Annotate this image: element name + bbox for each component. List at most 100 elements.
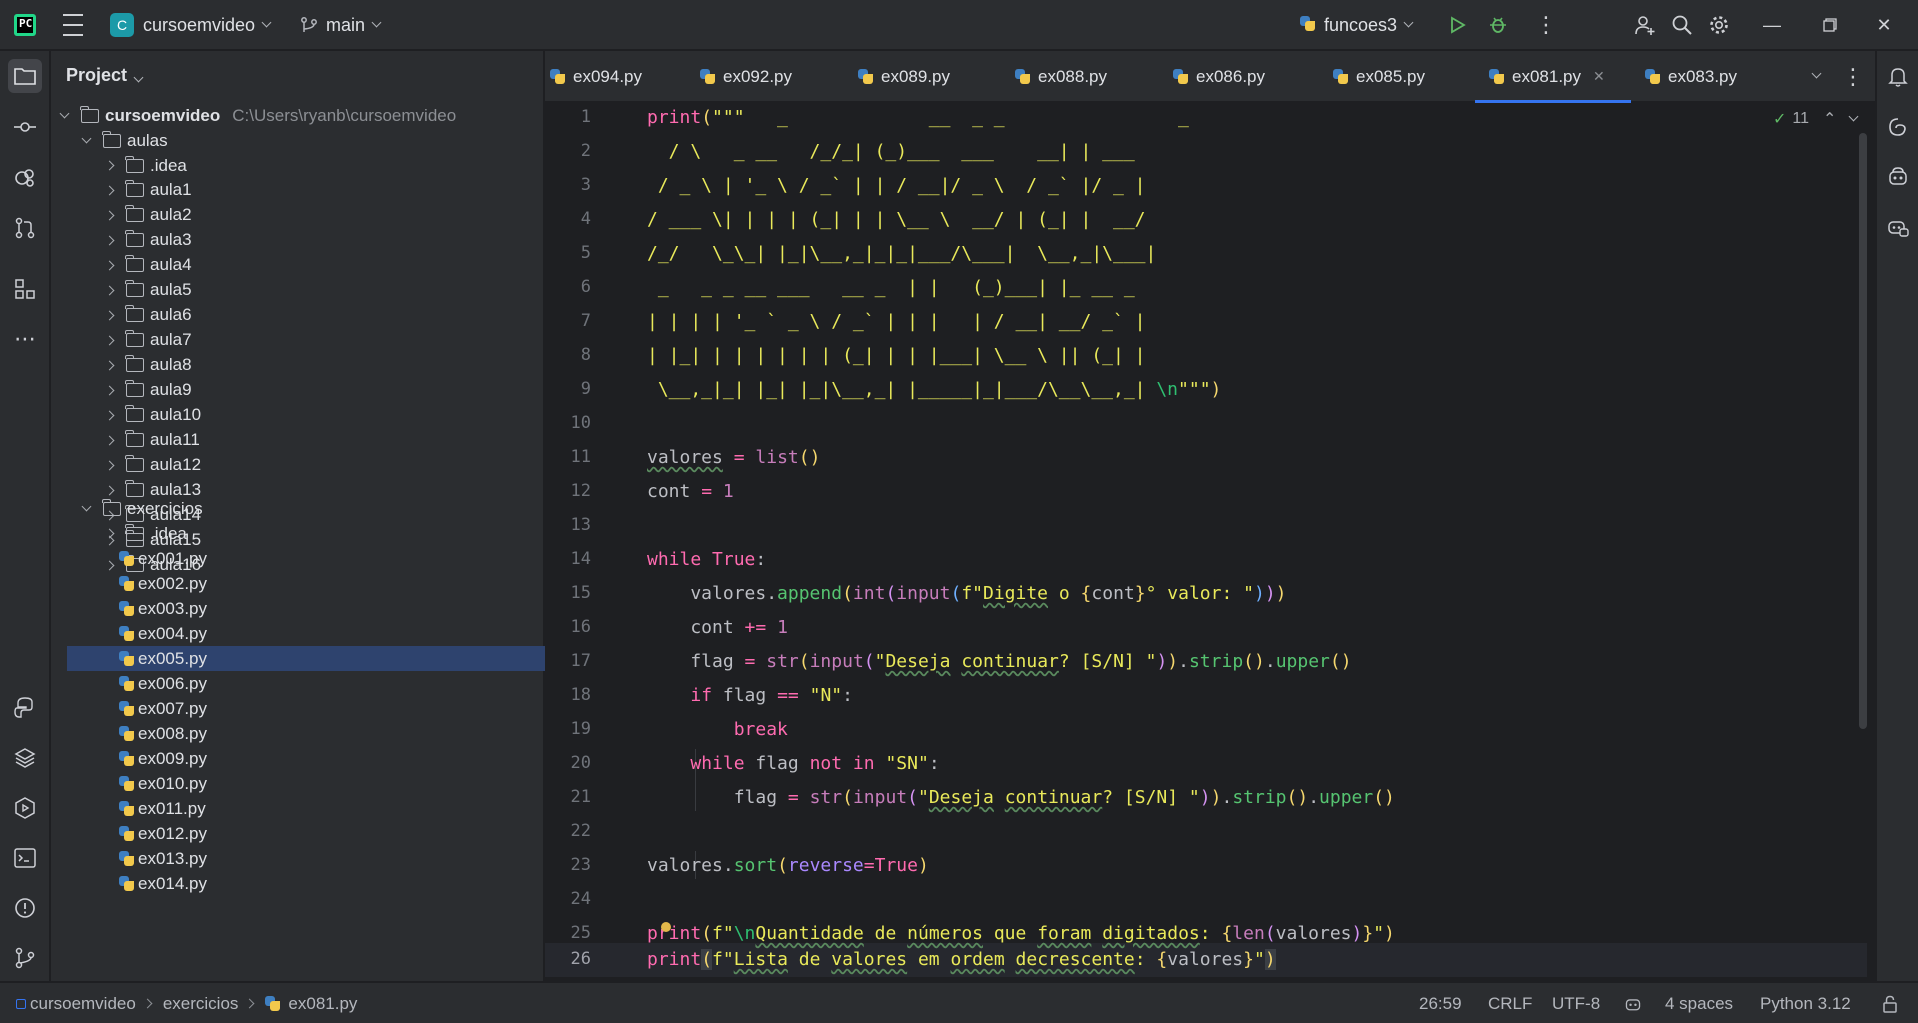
lock-icon[interactable]: [1882, 983, 1898, 1023]
code-line-15[interactable]: valores.append(int(input(f"Digite o {con…: [647, 577, 1286, 611]
tree-folder-aula6[interactable]: aula6: [51, 303, 531, 328]
line-number[interactable]: 9: [545, 379, 591, 399]
line-number[interactable]: 16: [545, 617, 591, 637]
expand-arrow-icon[interactable]: [104, 310, 115, 321]
line-number[interactable]: 20: [545, 753, 591, 773]
code-line-1[interactable]: print(""" _ __ _ _ _: [647, 103, 1189, 135]
tree-folder-aula8[interactable]: aula8: [51, 353, 531, 378]
code-line-23[interactable]: valores.sort(reverse=True): [647, 849, 929, 883]
tree-folder-aula12[interactable]: aula12: [51, 453, 531, 478]
services-icon[interactable]: [11, 794, 39, 822]
chevron-up-icon[interactable]: ⌃: [1823, 109, 1836, 129]
more-actions-icon[interactable]: ⋮: [1535, 0, 1557, 50]
code-line-26[interactable]: print(f"Lista de valores em ordem decres…: [647, 943, 1276, 977]
tabs-dropdown-icon[interactable]: [1805, 51, 1822, 102]
line-number[interactable]: 6: [545, 277, 591, 297]
line-number[interactable]: 15: [545, 583, 591, 603]
restore-icon[interactable]: [1808, 0, 1852, 50]
run-config-selector[interactable]: funcoes3: [1300, 0, 1414, 50]
expand-arrow-icon[interactable]: [104, 260, 115, 271]
expand-arrow-icon[interactable]: [104, 435, 115, 446]
code-line-18[interactable]: if flag == "N":: [647, 679, 853, 713]
line-number[interactable]: 13: [545, 515, 591, 535]
file-encoding[interactable]: UTF-8: [1552, 983, 1600, 1023]
copilot-status-icon[interactable]: [1624, 983, 1642, 1023]
tree-file[interactable]: ex010.py: [51, 771, 531, 796]
tree-folder-aula4[interactable]: aula4: [51, 253, 531, 278]
code-line-19[interactable]: break: [647, 713, 788, 747]
ascii-art-line[interactable]: / \ _ __ /_/_| (_)___ ___ __| | ___: [647, 135, 1135, 169]
expand-arrow-icon[interactable]: [104, 210, 115, 221]
tree-folder-exercicios[interactable]: exercicios: [51, 496, 531, 521]
tree-folder-aula5[interactable]: aula5: [51, 278, 531, 303]
tree-file[interactable]: ex014.py: [51, 871, 531, 896]
copilot-chat-icon[interactable]: [1884, 213, 1912, 241]
expand-arrow-icon[interactable]: [104, 460, 115, 471]
project-selector[interactable]: cursoemvideo: [143, 0, 272, 50]
pull-requests-icon[interactable]: [11, 214, 39, 242]
breadcrumb-folder[interactable]: exercicios: [163, 994, 239, 1014]
expand-arrow-icon[interactable]: [104, 360, 115, 371]
code-line-16[interactable]: cont += 1: [647, 611, 788, 645]
line-separator[interactable]: CRLF: [1488, 983, 1532, 1023]
tree-file[interactable]: ex011.py: [51, 796, 531, 821]
more-tools-icon[interactable]: ⋯: [11, 325, 39, 353]
close-tab-icon[interactable]: ✕: [1593, 68, 1605, 85]
ascii-art-line[interactable]: / ___ \| | | | (_| | | \__ \ __/ | (_| |…: [647, 203, 1146, 237]
tabs-more-icon[interactable]: ⋮: [1842, 51, 1864, 102]
expand-arrow-icon[interactable]: [104, 285, 115, 296]
code-line-11[interactable]: valores = list(): [647, 441, 820, 475]
line-number[interactable]: 4: [545, 209, 591, 229]
tab-ex092[interactable]: ex092.py: [700, 51, 792, 102]
line-number[interactable]: 19: [545, 719, 591, 739]
close-icon[interactable]: ✕: [1862, 0, 1906, 50]
editor-scrollbar[interactable]: [1859, 133, 1867, 729]
line-number[interactable]: 8: [545, 345, 591, 365]
problems-icon[interactable]: [11, 894, 39, 922]
debug-button[interactable]: [1488, 0, 1508, 50]
tree-folder-aula3[interactable]: aula3: [51, 228, 531, 253]
expand-arrow-icon[interactable]: [104, 160, 115, 171]
line-number[interactable]: 26: [545, 949, 591, 969]
python-interpreter[interactable]: Python 3.12: [1760, 983, 1851, 1023]
line-number[interactable]: 17: [545, 651, 591, 671]
expand-arrow-icon[interactable]: [104, 335, 115, 346]
tree-folder-aula10[interactable]: aula10: [51, 403, 531, 428]
copilot-icon[interactable]: [1884, 163, 1912, 191]
breadcrumb-file[interactable]: ex081.py: [288, 994, 357, 1014]
line-number[interactable]: 25: [545, 923, 591, 943]
line-number[interactable]: 3: [545, 175, 591, 195]
tree-file[interactable]: ex008.py: [51, 721, 531, 746]
tree-folder-aula11[interactable]: aula11: [51, 428, 531, 453]
structure-icon[interactable]: [11, 275, 39, 303]
tree-folder-aula9[interactable]: aula9: [51, 378, 531, 403]
line-number[interactable]: 23: [545, 855, 591, 875]
tab-ex085[interactable]: ex085.py: [1333, 51, 1425, 102]
tab-ex083[interactable]: ex083.py: [1645, 51, 1737, 102]
ascii-art-line[interactable]: /_/ \_\_| |_|\__,_|_|_|___/\___| \__,_|\…: [647, 237, 1156, 271]
code-line-20[interactable]: while flag not in "SN":: [647, 747, 939, 781]
notifications-bell-icon[interactable]: [1884, 63, 1912, 91]
tree-file[interactable]: ex013.py: [51, 846, 531, 871]
tree-folder-idea[interactable]: .idea: [51, 153, 531, 178]
line-number[interactable]: 24: [545, 889, 591, 909]
tab-ex089[interactable]: ex089.py: [858, 51, 950, 102]
tab-ex081[interactable]: ex081.py ✕: [1475, 51, 1631, 103]
line-number[interactable]: 14: [545, 549, 591, 569]
line-number[interactable]: 21: [545, 787, 591, 807]
expand-arrow-icon[interactable]: [104, 385, 115, 396]
tree-folder-aula7[interactable]: aula7: [51, 328, 531, 353]
tree-file[interactable]: ex009.py: [51, 746, 531, 771]
ascii-art-line[interactable]: _ _ _ __ ___ __ _ | | (_)___| |_ __ _: [647, 271, 1135, 305]
tree-file[interactable]: ex005.py: [67, 646, 579, 671]
expand-arrow-icon[interactable]: [104, 235, 115, 246]
project-panel-title[interactable]: Project: [66, 65, 144, 86]
expand-arrow-icon[interactable]: [81, 133, 92, 144]
chevron-down-icon[interactable]: [1848, 111, 1859, 121]
branch-selector[interactable]: main: [300, 0, 382, 50]
ascii-art-line[interactable]: / _ \ | '_ \ / _` | | / __|/ _ \ / _` |/…: [647, 169, 1146, 203]
line-number[interactable]: 2: [545, 141, 591, 161]
search-icon[interactable]: [1671, 0, 1693, 50]
tab-ex088[interactable]: ex088.py: [1015, 51, 1107, 102]
line-number[interactable]: 5: [545, 243, 591, 263]
